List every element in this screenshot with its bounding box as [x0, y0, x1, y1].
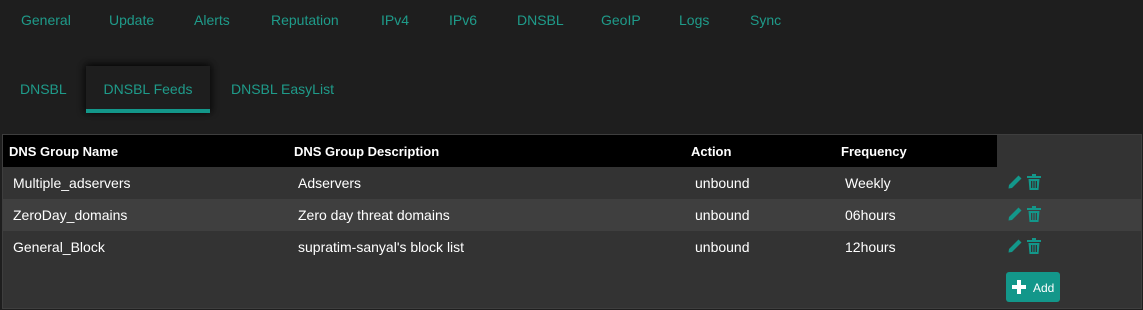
cell-group-description: Adservers: [288, 167, 685, 199]
plus-icon: [1012, 280, 1026, 297]
table-row[interactable]: ZeroDay_domains Zero day threat domains …: [3, 199, 997, 231]
row-actions: [997, 199, 1141, 231]
cell-group-description: Zero day threat domains: [288, 199, 685, 231]
tab-ipv4[interactable]: IPv4: [381, 12, 409, 28]
col-header-group-name[interactable]: DNS Group Name: [3, 135, 288, 167]
table-header-row: DNS Group Name DNS Group Description Act…: [3, 135, 997, 167]
actions-header: [997, 135, 1141, 167]
subtab-dnsbl[interactable]: DNSBL: [20, 66, 67, 113]
add-button[interactable]: Add: [1006, 272, 1060, 302]
tab-reputation[interactable]: Reputation: [271, 12, 339, 28]
dnsbl-feeds-table: DNS Group Name DNS Group Description Act…: [3, 135, 997, 263]
pencil-icon[interactable]: [1007, 174, 1023, 195]
sub-nav-tabs: DNSBL DNSBL Feeds DNSBL EasyList: [0, 66, 1143, 114]
col-header-action[interactable]: Action: [685, 135, 835, 167]
cell-action: unbound: [685, 231, 835, 263]
subtab-dnsbl-easylist[interactable]: DNSBL EasyList: [231, 66, 334, 113]
pencil-icon[interactable]: [1007, 238, 1023, 259]
cell-action: unbound: [685, 167, 835, 199]
cell-action: unbound: [685, 199, 835, 231]
top-nav-tabs: General Update Alerts Reputation IPv4 IP…: [0, 0, 1143, 42]
subtab-dnsbl-easylist-label: DNSBL EasyList: [231, 81, 334, 97]
subtab-dnsbl-feeds-label: DNSBL Feeds: [103, 81, 193, 97]
tab-general[interactable]: General: [21, 12, 71, 28]
table-row[interactable]: Multiple_adservers Adservers unbound Wee…: [3, 167, 997, 199]
tab-ipv6[interactable]: IPv6: [449, 12, 477, 28]
add-button-label: Add: [1033, 281, 1055, 295]
subtab-dnsbl-feeds[interactable]: DNSBL Feeds: [86, 66, 210, 113]
tab-alerts[interactable]: Alerts: [194, 12, 230, 28]
cell-frequency: Weekly: [835, 167, 997, 199]
tab-dnsbl[interactable]: DNSBL: [517, 12, 564, 28]
subtab-dnsbl-label: DNSBL: [20, 81, 67, 97]
trash-icon[interactable]: [1027, 174, 1041, 195]
feeds-panel: DNS Group Name DNS Group Description Act…: [2, 134, 1142, 309]
active-tab-underline: [86, 109, 210, 113]
cell-group-name: Multiple_adservers: [3, 167, 288, 199]
col-header-group-description[interactable]: DNS Group Description: [288, 135, 685, 167]
cell-frequency: 12hours: [835, 231, 997, 263]
trash-icon[interactable]: [1027, 206, 1041, 227]
tab-update[interactable]: Update: [109, 12, 154, 28]
row-actions: [997, 167, 1141, 199]
tab-sync[interactable]: Sync: [750, 12, 781, 28]
row-actions: [997, 231, 1141, 263]
cell-group-description: supratim-sanyal's block list: [288, 231, 685, 263]
cell-group-name: General_Block: [3, 231, 288, 263]
tab-geoip[interactable]: GeoIP: [601, 12, 641, 28]
tab-logs[interactable]: Logs: [679, 12, 709, 28]
col-header-frequency[interactable]: Frequency: [835, 135, 997, 167]
table-row[interactable]: General_Block supratim-sanyal's block li…: [3, 231, 997, 263]
pencil-icon[interactable]: [1007, 206, 1023, 227]
trash-icon[interactable]: [1027, 238, 1041, 259]
cell-group-name: ZeroDay_domains: [3, 199, 288, 231]
cell-frequency: 06hours: [835, 199, 997, 231]
